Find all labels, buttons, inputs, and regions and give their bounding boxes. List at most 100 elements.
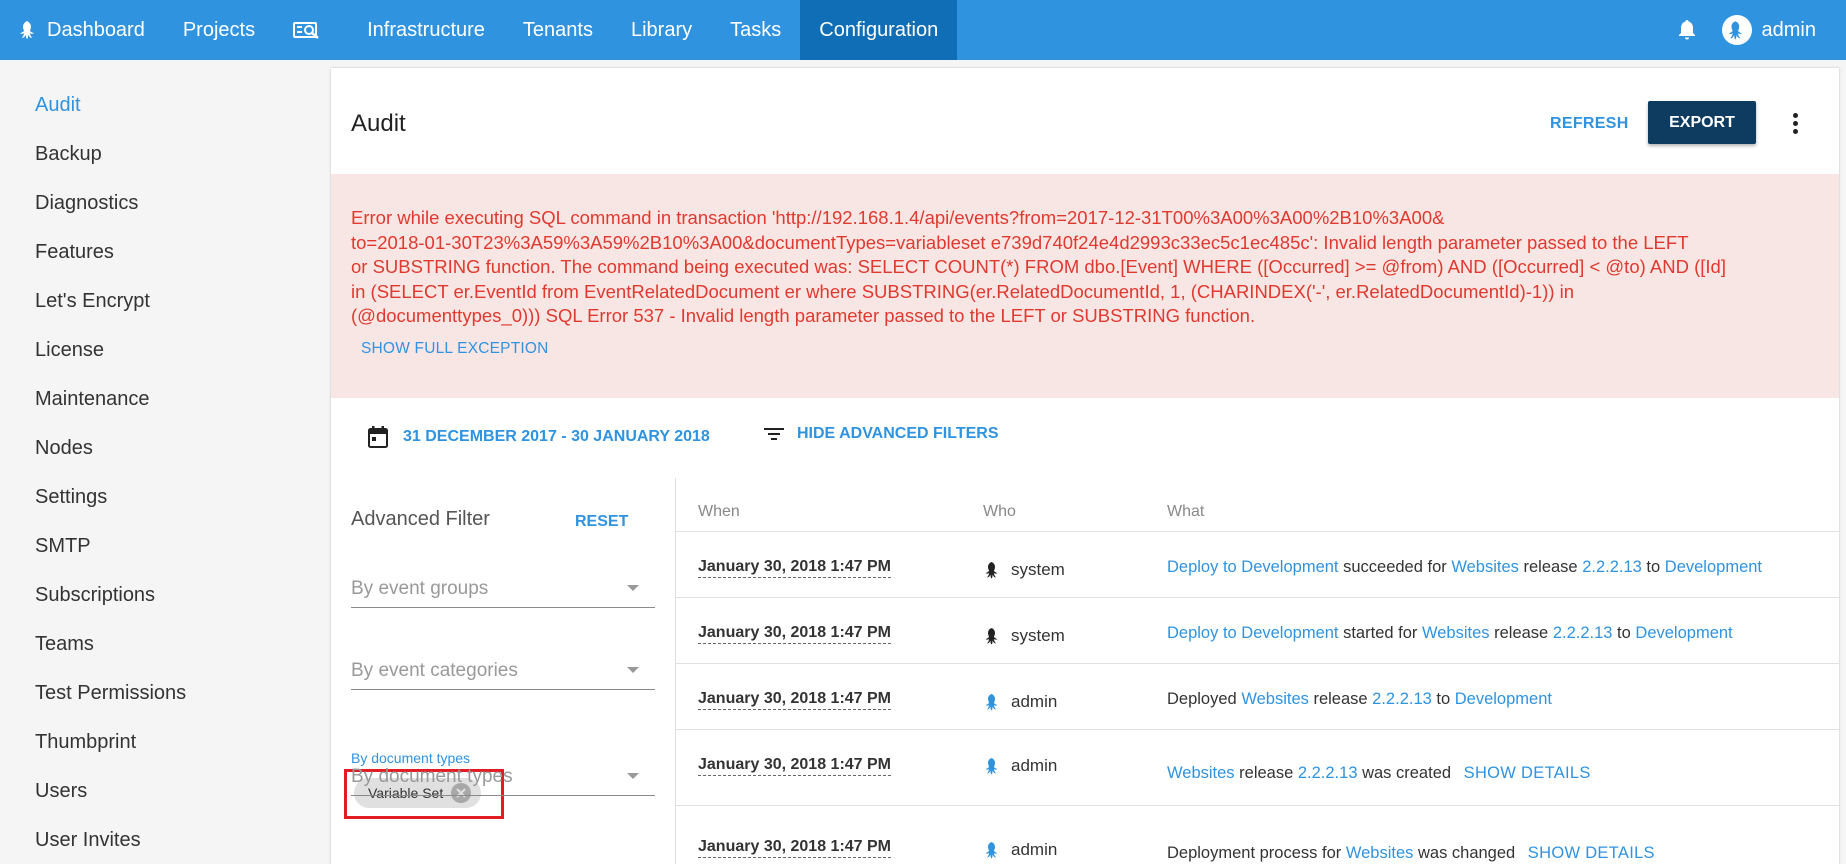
sidebar-item-audit[interactable]: Audit [0,90,330,139]
nav-dashboard[interactable]: Dashboard [0,0,164,60]
event-link[interactable]: 2.2.2.13 [1372,690,1432,708]
event-description: Deploy to Development succeeded for Webs… [1167,558,1762,577]
date-range-button[interactable]: 31 DECEMBER 2017 - 30 JANUARY 2018 [367,425,710,449]
occurred-timestamp[interactable]: January 30, 2018 1:47 PM [698,690,892,710]
nav-tenants-label: Tenants [522,18,593,41]
nav-infrastructure-label: Infrastructure [367,18,485,41]
event-user: admin [983,840,1057,860]
event-text: Deployed [1167,690,1242,708]
sidebar-item-users[interactable]: Users [0,776,330,825]
event-user-name: system [1011,560,1065,579]
event-link[interactable]: Websites [1422,624,1490,642]
more-options-button[interactable] [1781,106,1809,140]
event-text: release [1308,690,1373,708]
event-text: was changed [1413,844,1520,862]
event-link[interactable]: Development [1665,558,1762,576]
notifications-button[interactable] [1652,0,1722,60]
event-link[interactable]: Websites [1167,764,1235,782]
event-text: succeeded for [1338,558,1452,576]
hide-advanced-filters-button[interactable]: HIDE ADVANCED FILTERS [763,425,998,443]
occurred-timestamp[interactable]: January 30, 2018 1:47 PM [698,756,892,776]
nav-search-machines[interactable] [274,0,348,60]
event-description: Deployed Websites release 2.2.2.13 to De… [1167,690,1552,709]
more-vert-icon [1792,112,1798,118]
show-full-exception-link[interactable]: SHOW FULL EXCEPTION [361,340,549,358]
refresh-button[interactable]: REFRESH [1550,115,1629,133]
event-description: Deploy to Development started for Websit… [1167,624,1733,643]
event-link[interactable]: Deploy to Development [1167,624,1339,642]
event-link[interactable]: Websites [1346,844,1414,862]
event-link[interactable]: Websites [1241,690,1309,708]
document-types-select[interactable]: By document types [351,756,655,796]
event-link[interactable]: Websites [1451,558,1519,576]
sidebar-item-nodes[interactable]: Nodes [0,433,330,482]
sidebar-item-features[interactable]: Features [0,237,330,286]
document-types-placeholder: By document types [351,766,513,787]
system-octopus-icon [985,628,998,645]
event-user-name: admin [1011,756,1058,775]
reset-filters-button[interactable]: RESET [575,513,628,531]
event-user-name: system [1011,626,1065,645]
avatar [1721,15,1752,45]
sidebar-item-license[interactable]: License [0,335,330,384]
event-text: release [1518,558,1583,576]
page-header: Audit REFRESH EXPORT [331,68,1839,174]
event-description: Websites release 2.2.2.13 was created SH… [1167,764,1591,783]
error-message: Error while executing SQL command in tra… [351,206,1821,329]
show-details-link[interactable]: SHOW DETAILS [1464,764,1591,782]
nav-dashboard-label: Dashboard [47,18,145,41]
table-row: January 30, 2018 1:47 PM admin Deployed We… [676,663,1839,729]
event-text: to [1612,624,1636,642]
event-text: to [1641,558,1665,576]
nav-library-label: Library [630,18,693,41]
event-text: was created [1357,764,1456,782]
sidebar-item-teams[interactable]: Teams [0,629,330,678]
occurred-timestamp[interactable]: January 30, 2018 1:47 PM [698,838,892,858]
sidebar-item-backup[interactable]: Backup [0,139,330,188]
date-range-label: 31 DECEMBER 2017 - 30 JANUARY 2018 [403,428,710,445]
hide-advanced-filters-label: HIDE ADVANCED FILTERS [797,425,999,442]
advanced-filter-panel: Advanced Filter RESET By event groups By… [331,478,676,864]
filters-bar: 31 DECEMBER 2017 - 30 JANUARY 2018 HIDE … [331,398,1839,478]
more-vert-icon-dot [1792,120,1798,126]
show-details-link[interactable]: SHOW DETAILS [1528,844,1655,862]
event-link[interactable]: 2.2.2.13 [1553,624,1613,642]
export-button[interactable]: EXPORT [1648,101,1756,144]
event-user: system [983,626,1065,646]
event-groups-select[interactable]: By event groups [351,568,655,608]
nav-tenants[interactable]: Tenants [504,0,612,60]
filter-list-icon [764,428,784,440]
event-link[interactable]: 2.2.2.13 [1582,558,1642,576]
nav-library[interactable]: Library [612,0,711,60]
occurred-timestamp[interactable]: January 30, 2018 1:47 PM [698,624,892,644]
table-row: January 30, 2018 1:47 PM admin Websites re… [676,729,1839,805]
top-nav: Dashboard Projects Infrastructure Tenant… [0,0,1846,60]
occurred-timestamp[interactable]: January 30, 2018 1:47 PM [698,558,892,578]
nav-infrastructure[interactable]: Infrastructure [348,0,504,60]
event-link[interactable]: 2.2.2.13 [1298,764,1358,782]
event-link[interactable]: Development [1455,690,1552,708]
event-link[interactable]: Development [1635,624,1732,642]
event-user: system [983,560,1065,580]
column-header-when: When [698,503,740,520]
user-menu[interactable]: admin [1721,15,1846,45]
event-link[interactable]: Deploy to Development [1167,558,1339,576]
nav-configuration[interactable]: Configuration [800,0,958,60]
table-row: January 30, 2018 1:47 PM system Deploy to … [676,597,1839,663]
nav-projects[interactable]: Projects [164,0,274,60]
sidebar-item-lets-encrypt[interactable]: Let's Encrypt [0,286,330,335]
sidebar-item-user-invites[interactable]: User Invites [0,825,330,864]
sidebar-item-thumbprint[interactable]: Thumbprint [0,727,330,776]
error-line: Error while executing SQL command in tra… [351,207,1445,228]
sidebar-item-smtp[interactable]: SMTP [0,531,330,580]
sidebar-item-diagnostics[interactable]: Diagnostics [0,188,330,237]
nav-tasks[interactable]: Tasks [711,0,800,60]
sidebar-item-subscriptions[interactable]: Subscriptions [0,580,330,629]
sidebar-item-settings[interactable]: Settings [0,482,330,531]
event-categories-select[interactable]: By event categories [351,650,655,690]
sidebar-item-test-permissions[interactable]: Test Permissions [0,678,330,727]
calendar-icon [368,426,388,448]
sidebar-item-maintenance[interactable]: Maintenance [0,384,330,433]
event-user: admin [983,692,1057,712]
audit-panel: Audit REFRESH EXPORT Error while executi… [331,68,1839,864]
